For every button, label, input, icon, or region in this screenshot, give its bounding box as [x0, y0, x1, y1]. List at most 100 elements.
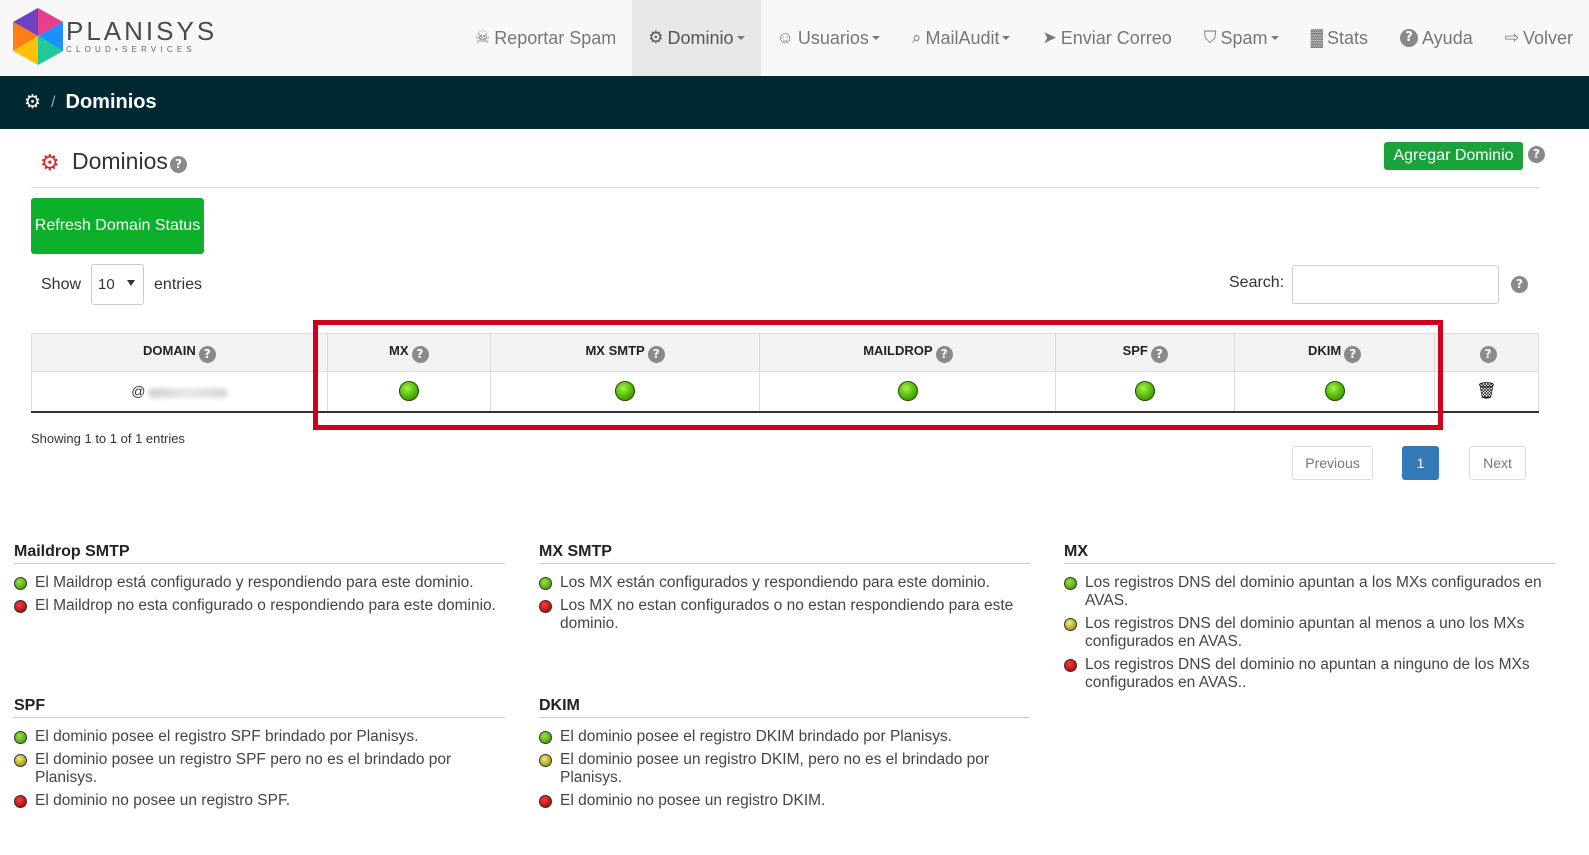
nav-reportar-spam[interactable]: ☠ Reportar Spam: [459, 0, 632, 76]
search-input[interactable]: [1292, 265, 1499, 304]
user-icon: ☺: [776, 28, 794, 47]
table-header-row: DOMAIN? MX? MX SMTP? MAILDROP? SPF? DKIM…: [31, 333, 1539, 372]
list-item: Los registros DNS del dominio no apuntan…: [1064, 656, 1555, 692]
search-icon: ⌕: [911, 28, 922, 47]
nav-usuarios[interactable]: ☺ Usuarios: [761, 0, 896, 76]
status-red-icon: [1064, 659, 1077, 672]
pagination-next[interactable]: Next: [1469, 446, 1526, 480]
gear-icon: ⚙: [648, 28, 664, 47]
nav-stats[interactable]: ▓ Stats: [1295, 0, 1384, 76]
column-domain[interactable]: DOMAIN?: [31, 333, 328, 372]
page-size-control: Show 10 entries: [41, 264, 202, 305]
column-dkim[interactable]: DKIM?: [1234, 333, 1436, 372]
column-mx-smtp[interactable]: MX SMTP?: [489, 333, 761, 372]
shield-icon: ⛉: [1203, 28, 1217, 47]
list-item: El dominio posee un registro SPF pero no…: [14, 751, 505, 787]
help-icon[interactable]: ?: [170, 156, 187, 173]
nav-dominio[interactable]: ⚙ Dominio: [632, 0, 761, 76]
chevron-down-icon: [127, 280, 136, 286]
list-item: El Maildrop está configurado y respondie…: [14, 574, 505, 592]
legend-dkim: DKIM El dominio posee el registro DKIM b…: [539, 697, 1030, 815]
legend-maildrop: Maildrop SMTP El Maildrop está configura…: [14, 543, 505, 620]
list-item: El Maildrop no esta configurado o respon…: [14, 597, 505, 615]
status-red-icon: [14, 600, 27, 613]
status-green-icon: [1135, 381, 1156, 402]
pagination-page-1[interactable]: 1: [1402, 446, 1439, 480]
sign-in-icon: ⇨: [1504, 28, 1519, 47]
status-green-icon: [897, 381, 918, 402]
add-domain-button[interactable]: Agregar Dominio: [1384, 142, 1523, 170]
nav-ayuda[interactable]: ? Ayuda: [1384, 0, 1489, 76]
pagination-previous[interactable]: Previous: [1292, 446, 1373, 480]
legend-title: SPF: [14, 697, 505, 718]
help-icon[interactable]: ?: [1344, 345, 1362, 363]
list-item: Los MX no estan configurados o no estan …: [539, 597, 1030, 633]
table-info: Showing 1 to 1 of 1 entries: [31, 431, 185, 446]
legend-title: MX: [1064, 543, 1555, 564]
list-item: El dominio posee un registro DKIM, pero …: [539, 751, 1030, 787]
nav-spam[interactable]: ⛉ Spam: [1188, 0, 1295, 76]
help-icon[interactable]: ?: [1511, 276, 1528, 293]
status-green-icon: [615, 381, 636, 402]
help-icon[interactable]: ?: [1479, 345, 1497, 363]
mx-status-cell: [326, 371, 491, 413]
redacted-domain: [147, 387, 228, 398]
caret-down-icon: [736, 36, 745, 40]
breadcrumb-title: Dominios: [65, 91, 157, 113]
nav-label: Enviar Correo: [1060, 27, 1172, 48]
trash-icon[interactable]: 🗑: [1476, 383, 1496, 400]
gear-icon: ⚙: [40, 150, 60, 175]
help-icon[interactable]: ?: [198, 345, 216, 363]
caret-down-icon: [1002, 36, 1011, 40]
status-green-icon: [539, 577, 552, 590]
nav-mailaudit[interactable]: ⌕ MailAudit: [896, 0, 1027, 76]
status-red-icon: [539, 600, 552, 613]
table-row: @ 🗑: [31, 371, 1539, 413]
refresh-domain-status-button[interactable]: Refresh Domain Status: [31, 198, 204, 254]
page-size-value: 10: [98, 276, 115, 293]
column-maildrop[interactable]: MAILDROP?: [759, 333, 1057, 372]
column-mx[interactable]: MX?: [326, 333, 491, 372]
legend-mx: MX Los registros DNS del dominio apuntan…: [1064, 543, 1555, 697]
nav-label: Reportar Spam: [494, 27, 617, 48]
planisys-logo-icon[interactable]: [13, 8, 63, 65]
legend-spf: SPF El dominio posee el registro SPF bri…: [14, 697, 505, 815]
brand-tagline: CLOUD•SERVICES: [66, 45, 196, 54]
brand-wordmark[interactable]: PLANISYS CLOUD•SERVICES: [66, 18, 217, 54]
nav-label: Stats: [1326, 27, 1368, 48]
status-green-icon: [1064, 577, 1077, 590]
question-circle-icon: ?: [1400, 29, 1418, 47]
nav-label: Volver: [1522, 27, 1573, 48]
gear-icon[interactable]: ⚙: [24, 91, 41, 114]
nav-enviar-correo[interactable]: ➤ Enviar Correo: [1026, 0, 1187, 76]
nav-label: Usuarios: [797, 27, 869, 48]
help-icon[interactable]: ?: [1528, 146, 1545, 163]
page-size-select[interactable]: 10: [91, 264, 145, 305]
list-item: El dominio no posee un registro SPF.: [14, 792, 505, 810]
entries-label: entries: [154, 275, 203, 293]
maildrop-status-cell: [759, 371, 1057, 413]
caret-down-icon: [871, 36, 880, 40]
list-item: Los registros DNS del dominio apuntan al…: [1064, 615, 1555, 651]
legend-title: MX SMTP: [539, 543, 1030, 564]
status-green-icon: [14, 731, 27, 744]
search-label: Search:: [1229, 274, 1285, 291]
paper-plane-icon: ➤: [1042, 28, 1057, 47]
list-item: El dominio no posee un registro DKIM.: [539, 792, 1030, 810]
show-label: Show: [41, 275, 82, 293]
spf-status-cell: [1055, 371, 1236, 413]
status-green-icon: [1324, 381, 1345, 402]
brand-name: PLANISYS: [66, 16, 218, 46]
help-icon[interactable]: ?: [647, 345, 665, 363]
column-spf[interactable]: SPF?: [1055, 333, 1236, 372]
status-green-icon: [14, 577, 27, 590]
help-icon[interactable]: ?: [1150, 345, 1168, 363]
help-icon[interactable]: ?: [411, 345, 429, 363]
legend-title: DKIM: [539, 697, 1030, 718]
help-icon[interactable]: ?: [935, 345, 953, 363]
caret-down-icon: [1270, 36, 1279, 40]
nav-volver[interactable]: ⇨ Volver: [1489, 0, 1589, 76]
page-title: Dominios: [72, 148, 168, 174]
actions-cell: 🗑: [1434, 371, 1539, 413]
breadcrumb-separator: /: [51, 93, 56, 111]
